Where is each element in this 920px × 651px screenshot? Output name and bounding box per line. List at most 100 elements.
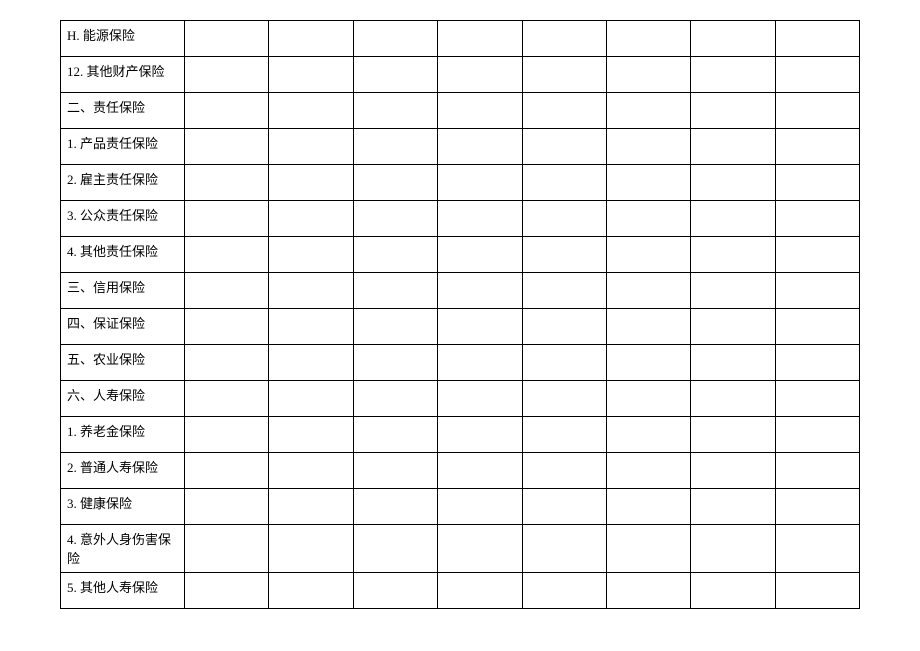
table-cell: [185, 129, 269, 165]
table-cell: [353, 309, 437, 345]
table-cell: [438, 129, 522, 165]
row-label: 3. 健康保险: [61, 489, 185, 525]
table-cell: [775, 93, 859, 129]
table-cell: [269, 453, 353, 489]
table-row: 三、信用保险: [61, 273, 860, 309]
table-row: 2. 雇主责任保险: [61, 165, 860, 201]
table-cell: [606, 201, 690, 237]
table-cell: [775, 165, 859, 201]
table-cell: [522, 165, 606, 201]
table-row: 4. 其他责任保险: [61, 237, 860, 273]
table-cell: [438, 93, 522, 129]
table-cell: [775, 309, 859, 345]
table-cell: [269, 165, 353, 201]
table-row: 5. 其他人寿保险: [61, 573, 860, 609]
table-cell: [185, 165, 269, 201]
row-label: 2. 雇主责任保险: [61, 165, 185, 201]
table-cell: [522, 201, 606, 237]
table-cell: [775, 453, 859, 489]
table-cell: [522, 453, 606, 489]
table-cell: [353, 273, 437, 309]
table-cell: [606, 525, 690, 573]
row-label: 4. 其他责任保险: [61, 237, 185, 273]
table-row: 3. 健康保险: [61, 489, 860, 525]
insurance-table: H. 能源保险12. 其他财产保险二、责任保险1. 产品责任保险2. 雇主责任保…: [60, 20, 860, 609]
table-cell: [606, 489, 690, 525]
table-cell: [353, 129, 437, 165]
table-cell: [522, 21, 606, 57]
row-label: 二、责任保险: [61, 93, 185, 129]
table-cell: [438, 201, 522, 237]
table-cell: [269, 573, 353, 609]
table-cell: [185, 381, 269, 417]
table-cell: [269, 237, 353, 273]
table-cell: [522, 489, 606, 525]
table-cell: [353, 57, 437, 93]
table-cell: [775, 573, 859, 609]
table-cell: [522, 57, 606, 93]
table-cell: [353, 489, 437, 525]
table-cell: [775, 273, 859, 309]
row-label: H. 能源保险: [61, 21, 185, 57]
table-row: 五、农业保险: [61, 345, 860, 381]
row-label: 4. 意外人身伤害保险: [61, 525, 185, 573]
row-label: 3. 公众责任保险: [61, 201, 185, 237]
table-row: 1. 养老金保险: [61, 417, 860, 453]
table-cell: [606, 417, 690, 453]
table-cell: [606, 273, 690, 309]
table-cell: [606, 129, 690, 165]
table-cell: [269, 525, 353, 573]
table-cell: [269, 309, 353, 345]
table-cell: [269, 273, 353, 309]
table-row: 4. 意外人身伤害保险: [61, 525, 860, 573]
table-cell: [353, 201, 437, 237]
table-cell: [775, 57, 859, 93]
table-cell: [522, 345, 606, 381]
table-cell: [522, 273, 606, 309]
table-cell: [606, 381, 690, 417]
table-cell: [269, 93, 353, 129]
table-cell: [438, 21, 522, 57]
table-cell: [775, 201, 859, 237]
table-cell: [691, 57, 775, 93]
table-cell: [691, 453, 775, 489]
table-cell: [438, 237, 522, 273]
row-label: 5. 其他人寿保险: [61, 573, 185, 609]
table-cell: [522, 129, 606, 165]
table-cell: [353, 417, 437, 453]
table-cell: [606, 237, 690, 273]
table-cell: [691, 93, 775, 129]
table-row: 2. 普通人寿保险: [61, 453, 860, 489]
table-cell: [185, 453, 269, 489]
table-cell: [775, 417, 859, 453]
table-row: 四、保证保险: [61, 309, 860, 345]
table-cell: [269, 489, 353, 525]
row-label: 2. 普通人寿保险: [61, 453, 185, 489]
table-cell: [353, 381, 437, 417]
table-cell: [185, 417, 269, 453]
table-cell: [353, 573, 437, 609]
table-cell: [438, 309, 522, 345]
table-cell: [691, 309, 775, 345]
table-cell: [185, 345, 269, 381]
table-row: 二、责任保险: [61, 93, 860, 129]
table-row: 1. 产品责任保险: [61, 129, 860, 165]
table-cell: [606, 165, 690, 201]
table-cell: [691, 201, 775, 237]
table-cell: [522, 525, 606, 573]
table-cell: [775, 129, 859, 165]
table-cell: [185, 489, 269, 525]
table-cell: [522, 93, 606, 129]
table-cell: [353, 165, 437, 201]
table-cell: [522, 381, 606, 417]
table-cell: [606, 309, 690, 345]
table-cell: [353, 525, 437, 573]
table-cell: [269, 21, 353, 57]
table-cell: [185, 57, 269, 93]
table-cell: [438, 573, 522, 609]
table-cell: [691, 21, 775, 57]
table-cell: [185, 309, 269, 345]
table-cell: [606, 93, 690, 129]
table-cell: [353, 237, 437, 273]
table-cell: [691, 165, 775, 201]
